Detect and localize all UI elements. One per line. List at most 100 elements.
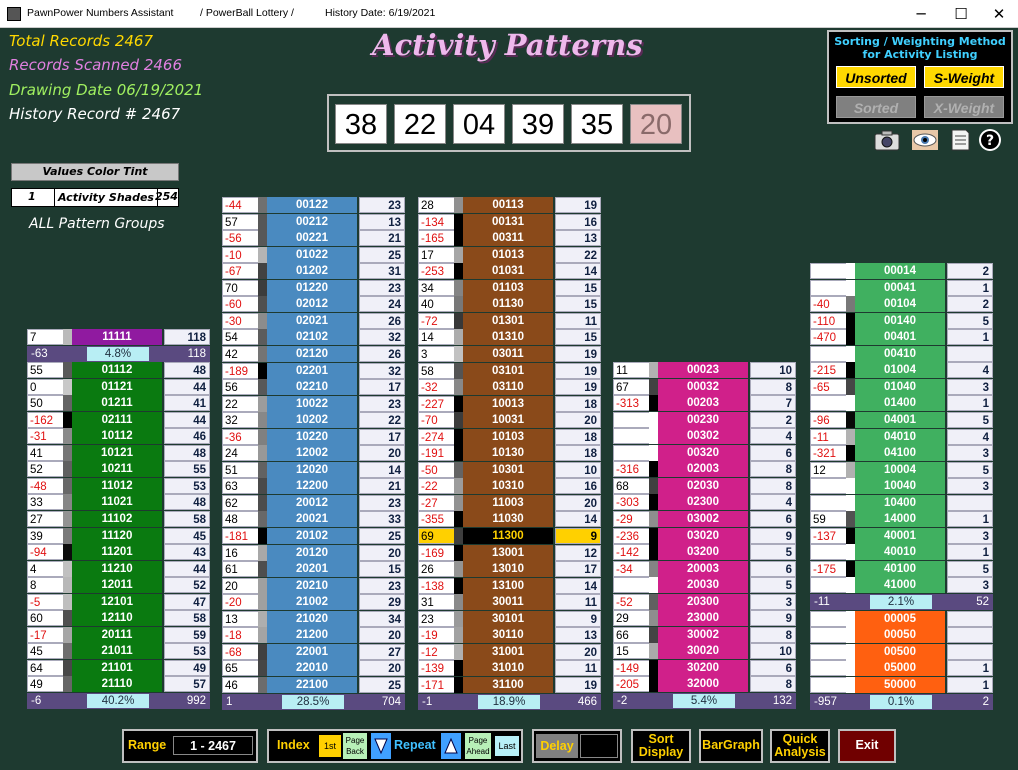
pattern-row[interactable]: -10 01022 25	[222, 247, 405, 263]
pattern-row[interactable]: -19 30110 13	[418, 627, 601, 643]
pattern-row[interactable]: 13 21020 34	[222, 611, 405, 627]
maximize-icon[interactable]: ☐	[944, 0, 978, 28]
pattern-row[interactable]: 26 13010 17	[418, 561, 601, 577]
row-pattern[interactable]: 11201	[72, 544, 162, 560]
pattern-row[interactable]: -171 31100 19	[418, 677, 601, 693]
pattern-row[interactable]: -27 11003 20	[418, 495, 601, 511]
pattern-row[interactable]: -142 03200 5	[613, 544, 796, 560]
row-pattern[interactable]: 03002	[658, 511, 748, 527]
row-pattern[interactable]: 02300	[658, 494, 748, 510]
bargraph-button[interactable]: BarGraph	[699, 729, 763, 763]
pattern-row[interactable]: 22 10022 23	[222, 396, 405, 412]
row-pattern[interactable]: 22001	[267, 644, 357, 660]
pattern-row[interactable]: -34 20003 6	[613, 561, 796, 577]
pattern-row[interactable]: -149 30200 6	[613, 660, 796, 676]
row-pattern[interactable]: 40001	[855, 528, 945, 544]
row-pattern[interactable]: 02003	[658, 461, 748, 477]
row-pattern[interactable]: 11030	[463, 511, 553, 527]
row-pattern[interactable]: 00221	[267, 230, 357, 246]
row-pattern[interactable]: 00122	[267, 197, 357, 213]
row-pattern[interactable]: 00230	[658, 412, 748, 428]
pattern-row[interactable]: -22 10310 16	[418, 478, 601, 494]
pattern-row[interactable]: 01400 1	[810, 395, 993, 411]
pattern-row[interactable]: 62 20012 23	[222, 495, 405, 511]
row-pattern[interactable]: 12200	[267, 478, 357, 494]
row-pattern[interactable]: 10202	[267, 412, 357, 428]
row-pattern[interactable]: 20030	[658, 577, 748, 593]
pattern-row[interactable]: -313 00203 7	[613, 395, 796, 411]
row-pattern[interactable]: 01112	[72, 362, 162, 378]
row-pattern[interactable]: 00113	[463, 197, 553, 213]
row-pattern[interactable]: 10301	[463, 462, 553, 478]
pattern-row[interactable]: -134 00131 16	[418, 214, 601, 230]
pattern-row[interactable]: -139 31010 11	[418, 660, 601, 676]
row-pattern[interactable]: 40010	[855, 544, 945, 560]
pattern-row[interactable]: -303 02300 4	[613, 494, 796, 510]
row-pattern[interactable]: 02102	[267, 329, 357, 345]
pattern-row[interactable]: 00500	[810, 644, 993, 660]
row-pattern[interactable]: 13001	[463, 545, 553, 561]
pattern-row[interactable]: -20 21002 29	[222, 594, 405, 610]
pattern-row[interactable]: 57 00212 13	[222, 214, 405, 230]
minimize-icon[interactable]: ─	[904, 0, 938, 28]
row-pattern[interactable]: 21101	[72, 660, 162, 676]
row-pattern[interactable]: 10400	[855, 495, 945, 511]
row-pattern[interactable]: 20120	[267, 545, 357, 561]
pattern-row[interactable]: 45 21011 53	[27, 643, 210, 659]
pattern-row[interactable]: 10040 3	[810, 478, 993, 494]
row-pattern[interactable]: 10310	[463, 478, 553, 494]
row-pattern[interactable]: 01022	[267, 247, 357, 263]
pattern-row[interactable]: -205 32000 8	[613, 676, 796, 692]
row-pattern[interactable]: 01202	[267, 263, 357, 279]
pattern-row[interactable]: -138 13100 14	[418, 578, 601, 594]
pattern-row[interactable]: 00230 2	[613, 412, 796, 428]
pattern-row[interactable]: -40 00104 2	[810, 296, 993, 312]
row-pattern[interactable]: 02030	[658, 478, 748, 494]
pattern-row[interactable]: 31 30011 11	[418, 594, 601, 610]
pattern-row[interactable]: -321 04100 3	[810, 445, 993, 461]
row-pattern[interactable]: 50000	[855, 677, 945, 693]
exit-button[interactable]: Exit	[838, 729, 896, 763]
pattern-row[interactable]: -72 01301 11	[418, 313, 601, 329]
row-pattern[interactable]: 12101	[72, 594, 162, 610]
pattern-row[interactable]: 32 10202 22	[222, 412, 405, 428]
pattern-row[interactable]: 3 03011 19	[418, 346, 601, 362]
delay-input[interactable]	[580, 734, 618, 758]
row-pattern[interactable]: 00014	[855, 263, 945, 279]
row-pattern[interactable]: 01301	[463, 313, 553, 329]
row-pattern[interactable]: 31100	[463, 677, 553, 693]
pattern-row[interactable]: -470 00401 1	[810, 329, 993, 345]
row-pattern[interactable]: 11210	[72, 561, 162, 577]
row-pattern[interactable]: 20300	[658, 594, 748, 610]
pattern-row[interactable]: -274 10103 18	[418, 429, 601, 445]
row-pattern[interactable]: 12011	[72, 577, 162, 593]
row-pattern[interactable]: 00311	[463, 230, 553, 246]
row-pattern[interactable]: 02021	[267, 313, 357, 329]
pattern-row[interactable]: 0 01121 44	[27, 379, 210, 395]
pattern-row[interactable]: 05000 1	[810, 660, 993, 676]
row-pattern[interactable]: 00203	[658, 395, 748, 411]
pattern-row[interactable]: -215 01004 4	[810, 362, 993, 378]
row-pattern[interactable]: 22010	[267, 660, 357, 676]
pattern-row[interactable]: -52 20300 3	[613, 594, 796, 610]
row-pattern[interactable]: 20102	[267, 528, 357, 544]
pattern-row[interactable]: -110 00140 5	[810, 313, 993, 329]
pattern-row[interactable]: 20030 5	[613, 577, 796, 593]
pattern-row[interactable]: 63 12200 21	[222, 478, 405, 494]
row-pattern[interactable]: 11012	[72, 478, 162, 494]
row-pattern[interactable]: 32000	[658, 676, 748, 692]
pattern-row[interactable]: 64 21101 49	[27, 660, 210, 676]
row-pattern[interactable]: 30101	[463, 611, 553, 627]
pattern-row[interactable]: -253 01031 14	[418, 263, 601, 279]
pattern-row[interactable]: 00050	[810, 627, 993, 643]
row-pattern[interactable]: 21200	[267, 627, 357, 643]
close-icon[interactable]: ✕	[982, 0, 1016, 28]
pattern-row[interactable]: 55 01112 48	[27, 362, 210, 378]
pattern-row[interactable]: 54 02102 32	[222, 329, 405, 345]
pattern-row[interactable]: -94 11201 43	[27, 544, 210, 560]
pattern-row[interactable]: -70 10031 20	[418, 412, 601, 428]
row-pattern[interactable]: 10004	[855, 462, 945, 478]
row-pattern[interactable]: 03020	[658, 528, 748, 544]
pattern-row[interactable]: 12 10004 5	[810, 462, 993, 478]
row-pattern[interactable]: 20021	[267, 511, 357, 527]
